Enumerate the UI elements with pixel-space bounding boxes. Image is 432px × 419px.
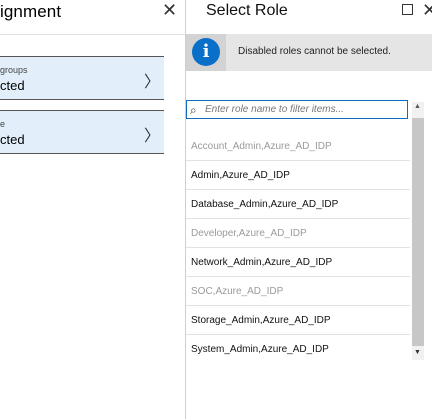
maximize-icon[interactable]	[402, 4, 413, 15]
info-message: Disabled roles cannot be selected.	[238, 46, 391, 57]
role-list-item[interactable]: System_Admin,Azure_AD_IDP	[186, 335, 410, 363]
select-role-blade: Select Role ✕ i Disabled roles cannot be…	[186, 0, 432, 419]
role-filter-input[interactable]	[205, 102, 403, 117]
info-icon: i	[192, 38, 220, 66]
search-icon: ⌕	[190, 103, 197, 117]
info-icon-tile: i	[186, 34, 226, 71]
card-value: cted	[0, 78, 25, 93]
role-list-item[interactable]: Network_Admin,Azure_AD_IDP	[186, 248, 410, 277]
card-sublabel: groups	[0, 65, 28, 75]
role-list-item: SOC,Azure_AD_IDP	[186, 277, 410, 306]
left-blade-title: ignment	[0, 2, 62, 21]
role-list-item[interactable]: Database_Admin,Azure_AD_IDP	[186, 190, 410, 219]
role-list-item: Developer,Azure_AD_IDP	[186, 219, 410, 248]
header-divider	[0, 34, 185, 35]
close-icon[interactable]: ✕	[422, 0, 432, 21]
groups-selector-card[interactable]: groups cted 〉	[0, 56, 164, 100]
card-sublabel: e	[0, 119, 6, 129]
card-value: cted	[0, 132, 25, 147]
chevron-right-icon: 〉	[143, 74, 160, 91]
left-blade: ignment ✕ groups cted 〉 e cted 〉	[0, 0, 185, 419]
role-list-item[interactable]: Admin,Azure_AD_IDP	[186, 161, 410, 190]
role-list-item: Account_Admin,Azure_AD_IDP	[186, 132, 410, 161]
chevron-right-icon: 〉	[143, 128, 160, 145]
scroll-down-arrow-icon[interactable]: ▼	[414, 349, 421, 356]
role-list-item[interactable]: Storage_Admin,Azure_AD_IDP	[186, 306, 410, 335]
page-title: Select Role	[206, 2, 288, 19]
role-filter-box[interactable]: ⌕	[186, 100, 408, 119]
close-icon[interactable]: ✕	[162, 0, 177, 21]
role-selector-card[interactable]: e cted 〉	[0, 110, 164, 154]
scrollbar-thumb[interactable]	[412, 118, 424, 346]
scroll-up-arrow-icon[interactable]: ▲	[414, 103, 421, 110]
info-banner: i Disabled roles cannot be selected.	[186, 34, 432, 71]
role-list: Account_Admin,Azure_AD_IDP Admin,Azure_AD…	[186, 120, 410, 363]
